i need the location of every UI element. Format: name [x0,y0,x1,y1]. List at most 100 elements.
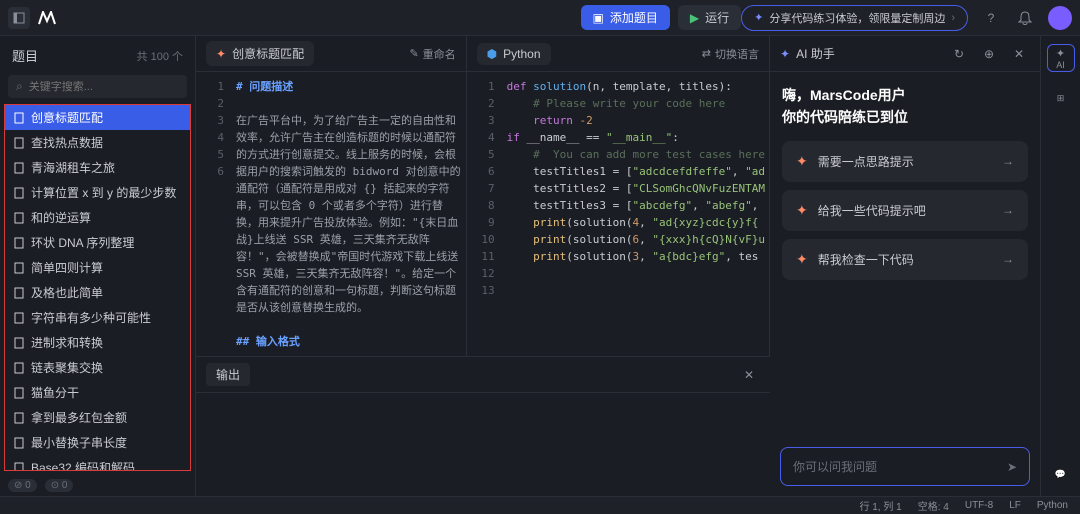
history-icon[interactable]: ↻ [948,43,970,65]
send-icon[interactable]: ➤ [1007,460,1017,474]
problem-item-label: 猫鱼分干 [31,384,79,401]
ai-suggestion-card[interactable]: ✦给我一些代码提示吧→ [782,190,1028,231]
problem-item[interactable]: 创意标题匹配 [5,105,190,130]
status-position[interactable]: 行 1, 列 1 [859,498,901,513]
problem-item-label: 拿到最多红包金额 [31,409,127,426]
sparkle-icon: ✦ [796,251,808,268]
sparkle-icon: ✦ [796,202,808,219]
rail-ai-label: AI [1056,60,1065,70]
problem-item[interactable]: 猫鱼分干 [5,380,190,405]
problem-item[interactable]: 进制求和转换 [5,330,190,355]
document-icon [13,462,25,472]
run-label: 运行 [705,9,729,26]
ai-input[interactable]: 你可以问我问题 ➤ [780,447,1030,486]
problem-item[interactable]: 及格也此简单 [5,280,190,305]
language-tab[interactable]: ⬢ Python [477,43,551,65]
sparkle-icon: ✦ [754,11,763,24]
output-tab[interactable]: 输出 [206,363,250,386]
document-icon [13,387,25,399]
problem-item[interactable]: 链表聚集交换 [5,355,190,380]
problem-item[interactable]: 青海湖租车之旅 [5,155,190,180]
document-icon [13,312,25,324]
output-tab-label: 输出 [216,368,240,382]
description-content[interactable]: # 问题描述 在广告平台中，为了给广告主一定的自由性和效率，允许广告主在创造标题… [232,72,466,356]
rail-plugin-button[interactable]: ⊞ [1047,84,1075,112]
swap-icon: ⇄ [702,47,711,60]
sparkle-icon: ✦ [796,153,808,170]
problem-item[interactable]: 最小替换子串长度 [5,430,190,455]
footer-badge-1: ⊘ 0 [8,479,37,492]
status-lang[interactable]: Python [1037,500,1068,511]
problem-item[interactable]: 和的逆运算 [5,205,190,230]
bell-icon[interactable] [1014,7,1036,29]
document-icon [13,362,25,374]
ai-card-label: 给我一些代码提示吧 [818,202,926,219]
rename-button[interactable]: ✎ 重命名 [409,46,455,62]
problem-item-label: 进制求和转换 [31,334,103,351]
run-button[interactable]: ▶ 运行 [678,5,741,30]
ai-input-placeholder: 你可以问我问题 [793,458,877,475]
plus-icon: ▣ [593,11,604,25]
document-icon [13,212,25,224]
problem-item[interactable]: 简单四则计算 [5,255,190,280]
ai-panel: ✦ AI 助手 ↻ ⊕ ✕ 嗨，MarsCode用户 你的代码陪练已到位 ✦需要… [770,36,1040,496]
rail-ai-button[interactable]: ✦ AI [1047,44,1075,72]
status-encoding[interactable]: UTF-8 [965,500,993,511]
ai-welcome-1: 嗨，MarsCode用户 [782,84,1028,106]
search-box[interactable]: ⌕ [8,75,187,98]
add-problem-button[interactable]: ▣ 添加题目 [581,5,670,30]
chat-icon: 💬 [1055,469,1066,480]
document-icon [13,287,25,299]
help-icon[interactable]: ? [980,7,1002,29]
search-input[interactable] [29,81,179,93]
description-tab[interactable]: ✦ 创意标题匹配 [206,41,314,66]
close-output-icon[interactable]: ✕ [738,364,760,386]
document-icon [13,187,25,199]
top-bar: ▣ 添加题目 ▶ 运行 ✦ 分享代码练习体验，领限量定制周边 › ? [0,0,1080,36]
ai-welcome: 嗨，MarsCode用户 你的代码陪练已到位 [782,84,1028,129]
document-icon [13,137,25,149]
problem-list: 创意标题匹配查找热点数据青海湖租车之旅计算位置 x 到 y 的最少步数和的逆运算… [4,104,191,471]
chevron-right-icon: › [951,12,955,24]
sparkle-icon: ✦ [1056,47,1065,60]
sidebar-title: 题目 [12,46,38,65]
problem-item-label: 及格也此简单 [31,284,103,301]
document-icon [13,437,25,449]
document-icon [13,112,25,124]
close-ai-icon[interactable]: ✕ [1008,43,1030,65]
description-pane: ✦ 创意标题匹配 ✎ 重命名 123456 # 问题描述 在广告平台中，为了给广… [196,36,467,356]
new-chat-icon[interactable]: ⊕ [978,43,1000,65]
right-rail: ✦ AI ⊞ 💬 [1040,36,1080,496]
ai-card-label: 帮我检查一下代码 [818,251,914,268]
sparkle-icon: ✦ [216,47,226,61]
problem-item[interactable]: 查找热点数据 [5,130,190,155]
problem-item[interactable]: 拿到最多红包金额 [5,405,190,430]
ai-welcome-2: 你的代码陪练已到位 [782,106,1028,128]
output-panel: 输出 ✕ [196,356,770,496]
user-avatar[interactable] [1048,6,1072,30]
document-icon [13,262,25,274]
problem-item-label: Base32 编码和解码 [31,459,135,471]
switch-language-button[interactable]: ⇄ 切换语言 [702,46,759,62]
problem-item[interactable]: 环状 DNA 序列整理 [5,230,190,255]
ai-suggestion-card[interactable]: ✦需要一点思路提示→ [782,141,1028,182]
promo-banner[interactable]: ✦ 分享代码练习体验，领限量定制周边 › [741,5,968,31]
status-indent[interactable]: 空格: 4 [918,498,949,513]
document-icon [13,412,25,424]
rename-label: 重命名 [423,46,456,62]
description-tab-label: 创意标题匹配 [232,45,304,62]
problem-item[interactable]: Base32 编码和解码 [5,455,190,471]
sidebar-count: 共 100 个 [137,48,183,64]
search-icon: ⌕ [16,79,23,94]
ai-suggestion-card[interactable]: ✦ 帮我检查一下代码 → [782,239,1028,280]
promo-text: 分享代码练习体验，领限量定制周边 [769,10,945,26]
code-content[interactable]: def solution(n, template, titles): # Ple… [503,72,769,356]
status-eol[interactable]: LF [1009,500,1021,511]
problem-item-label: 创意标题匹配 [31,109,103,126]
rail-chat-button[interactable]: 💬 [1047,460,1075,488]
problem-sidebar: 题目 共 100 个 ⌕ 创意标题匹配查找热点数据青海湖租车之旅计算位置 x 到… [0,36,196,496]
sidebar-toggle[interactable] [8,7,30,29]
problem-item[interactable]: 计算位置 x 到 y 的最少步数 [5,180,190,205]
problem-item[interactable]: 字符串有多少种可能性 [5,305,190,330]
arrow-right-icon: → [1002,252,1014,266]
